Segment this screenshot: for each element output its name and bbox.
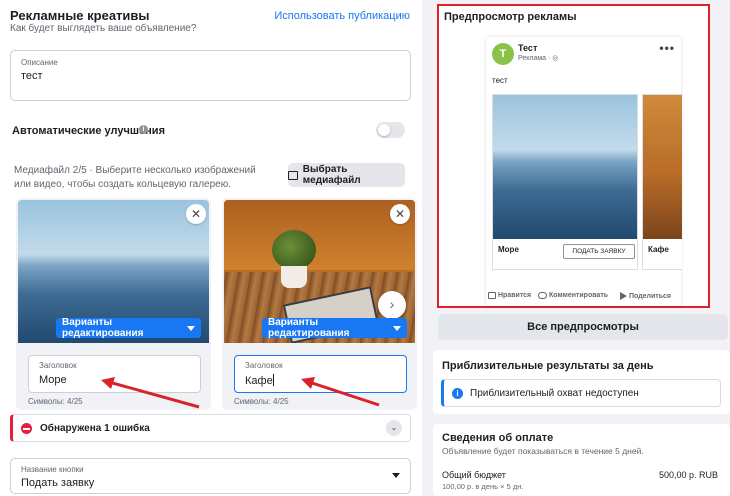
share-icon: [620, 292, 627, 300]
preview-title: Предпросмотр рекламы: [444, 11, 577, 23]
headline-label: Заголовок: [39, 361, 77, 370]
comment-button[interactable]: Комментировать: [538, 292, 608, 299]
results-title: Приблизительные результаты за день: [442, 360, 654, 372]
headline-value[interactable]: Море: [39, 374, 67, 386]
info-icon: i: [452, 388, 463, 399]
apply-button[interactable]: ПОДАТЬ ЗАЯВКУ: [563, 244, 635, 259]
error-icon: [21, 423, 32, 434]
caret-down-icon: [393, 325, 401, 331]
headline-text: Кафе: [245, 375, 273, 387]
edit-options-button[interactable]: Варианты редактирования: [56, 317, 201, 339]
share-label: Поделиться: [629, 292, 672, 300]
close-icon[interactable]: ✕: [186, 204, 206, 224]
description-field[interactable]: Описание тест: [10, 50, 411, 101]
edit-options-button[interactable]: Варианты редактирования: [262, 317, 407, 339]
description-label: Описание: [21, 58, 58, 67]
use-publication-link[interactable]: Использовать публикацию: [274, 10, 410, 22]
headline-label: Заголовок: [245, 361, 283, 370]
carousel-card-title: Кафе: [648, 245, 669, 254]
reach-text: Приблизительный охват недоступен: [470, 388, 639, 399]
next-arrow-icon[interactable]: ›: [378, 291, 406, 319]
payment-title: Сведения об оплате: [442, 432, 554, 444]
close-icon[interactable]: ✕: [390, 204, 410, 224]
all-previews-button[interactable]: Все предпросмотры: [438, 314, 728, 340]
cta-select[interactable]: Название кнопки Подать заявку: [10, 458, 411, 494]
creatives-subtitle: Как будет выглядеть ваше объявление?: [10, 23, 197, 34]
cta-value: Подать заявку: [21, 477, 95, 489]
budget-detail: 100,00 р. в день × 5 дн.: [442, 482, 524, 491]
page-name: Тест: [518, 43, 538, 53]
media-info-text: Медиафайл 2/5 · Выберите несколько изобр…: [14, 165, 256, 190]
creatives-title: Рекламные креативы: [10, 8, 150, 23]
carousel-card-title: Море: [498, 245, 519, 254]
char-count: Символы: 4/25: [28, 397, 83, 406]
description-value[interactable]: тест: [21, 70, 43, 82]
text-cursor: [272, 374, 274, 386]
caret-down-icon: [392, 473, 400, 478]
budget-label: Общий бюджет: [442, 470, 506, 480]
caret-down-icon: [187, 325, 195, 331]
preview-panel: Предпросмотр рекламы T Тест Реклама · ◎ …: [422, 0, 730, 496]
ad-post: T Тест Реклама · ◎ ••• тест Море ПОДАТЬ …: [486, 37, 682, 306]
chevron-down-icon[interactable]: ⌄: [386, 420, 402, 436]
cafe-image: [643, 95, 682, 239]
like-label: Нравится: [498, 292, 532, 299]
headline-value[interactable]: Кафе: [245, 374, 274, 387]
auto-improvements-toggle[interactable]: [376, 122, 405, 138]
toggle-knob: [378, 124, 390, 136]
reach-notice: i Приблизительный охват недоступен: [441, 379, 721, 407]
like-button[interactable]: Нравится: [488, 292, 531, 299]
annotation-arrow-1: [101, 377, 200, 409]
char-count: Символы: 4/25: [234, 397, 289, 406]
sea-image: [493, 95, 637, 239]
payment-section: Сведения об оплате Объявление будет пока…: [433, 424, 730, 496]
error-text: Обнаружена 1 ошибка: [40, 423, 150, 434]
image-icon: [288, 170, 298, 180]
comment-label: Комментировать: [549, 292, 609, 299]
comment-icon: [538, 292, 547, 299]
share-button[interactable]: Поделиться: [620, 292, 671, 300]
like-icon: [488, 292, 496, 299]
preview-carousel-card[interactable]: Кафе: [642, 94, 682, 270]
post-meta: Реклама · ◎: [518, 55, 559, 62]
choose-media-button[interactable]: Выбрать медиафайл: [288, 163, 405, 187]
ad-preview-box: Предпросмотр рекламы T Тест Реклама · ◎ …: [437, 4, 710, 308]
choose-media-label: Выбрать медиафайл: [302, 164, 361, 186]
annotation-arrow-2: [301, 377, 380, 407]
edit-options-label: Варианты редактирования: [268, 317, 350, 339]
creatives-panel: Рекламные креативы Как будет выглядеть в…: [0, 0, 422, 496]
post-text: тест: [492, 76, 508, 85]
more-icon[interactable]: •••: [659, 41, 675, 55]
reaction-bar: Нравится Комментировать Поделиться: [486, 290, 681, 304]
avatar: T: [492, 43, 514, 65]
payment-subtitle: Объявление будет показываться в течение …: [442, 446, 644, 456]
cta-label: Название кнопки: [21, 465, 84, 474]
results-section: Приблизительные результаты за день i При…: [433, 350, 730, 414]
error-banner[interactable]: Обнаружена 1 ошибка ⌄: [10, 414, 411, 442]
preview-carousel-card[interactable]: Море ПОДАТЬ ЗАЯВКУ: [492, 94, 638, 270]
edit-options-label: Варианты редактирования: [62, 317, 144, 339]
info-icon[interactable]: i: [139, 125, 148, 134]
budget-value: 500,00 р. RUB: [658, 470, 718, 480]
